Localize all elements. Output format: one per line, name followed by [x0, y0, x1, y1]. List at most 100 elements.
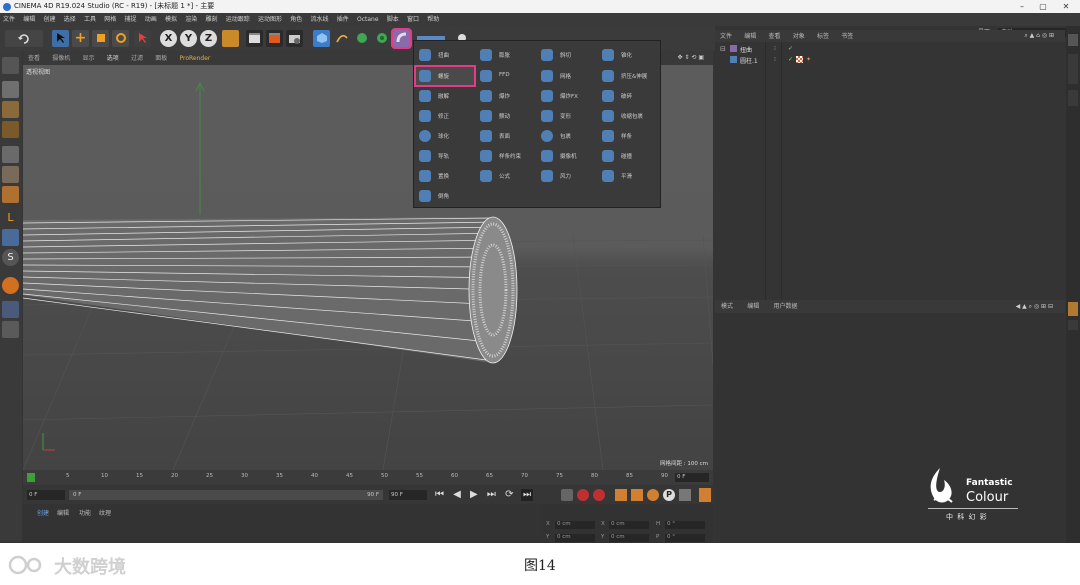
subdivision-surface-icon[interactable] — [353, 30, 370, 47]
deformer-twist[interactable]: 螺旋 — [414, 65, 476, 87]
deformer-ffd[interactable]: FFD — [477, 67, 535, 85]
expand-icon[interactable]: ⊟ — [720, 45, 726, 53]
menu-edit[interactable]: 编辑 — [20, 13, 38, 26]
menu-window[interactable]: 窗口 — [404, 13, 422, 26]
viewport-menu-panel[interactable]: 面板 — [150, 52, 172, 66]
viewport-menu-prorender[interactable]: ProRender — [175, 52, 216, 66]
menu-sculpt[interactable]: 雕刻 — [203, 13, 221, 26]
deformer-bend-icon[interactable] — [391, 28, 412, 49]
menu-help[interactable]: 帮助 — [424, 13, 442, 26]
menu-pipeline[interactable]: 流水线 — [308, 13, 332, 26]
rotation-key-icon[interactable] — [647, 489, 659, 501]
deformer-bend[interactable]: 扭曲 — [416, 46, 474, 64]
deformer-jiggle[interactable]: 颤动 — [477, 107, 535, 125]
timeline-window-icon[interactable] — [699, 488, 711, 502]
deformer-formula[interactable]: 公式 — [477, 167, 535, 185]
workplane-lock-icon[interactable] — [2, 277, 19, 294]
record-keys-icon[interactable] — [561, 489, 573, 501]
object-row-twist[interactable]: ⊟ 扭曲 ⁝ ✓ — [720, 45, 1020, 54]
parameter-key-icon[interactable]: P — [663, 489, 675, 501]
scale-key-icon[interactable] — [631, 489, 643, 501]
deformer-spline-wrap[interactable]: 样条约束 — [477, 147, 535, 165]
minimize-button[interactable]: – — [1014, 0, 1030, 13]
deformer-bevel[interactable]: 倒角 — [416, 187, 474, 205]
z-axis-lock-button[interactable]: Z — [200, 30, 217, 47]
size-y-field[interactable]: 0 cm — [609, 534, 649, 542]
viewport-menu-cameras[interactable]: 摄像机 — [47, 52, 75, 66]
menu-file[interactable]: 文件 — [0, 13, 18, 26]
point-level-key-icon[interactable] — [679, 489, 691, 501]
axis-mode-icon[interactable]: L — [2, 209, 19, 226]
deformer-camera[interactable]: 摄像机 — [538, 147, 596, 165]
deformer-melt[interactable]: 融解 — [416, 87, 474, 105]
render-settings-icon[interactable] — [286, 30, 303, 47]
cube-primitive-icon[interactable] — [313, 30, 330, 47]
am-menu-edit[interactable]: 编辑 — [741, 300, 765, 313]
deformer-explosion-fx[interactable]: 爆炸FX — [538, 87, 596, 105]
texture-tag-icon[interactable]: ✦ — [806, 56, 811, 63]
solo-mode-icon[interactable] — [2, 321, 19, 338]
tab-objects[interactable] — [1068, 34, 1078, 46]
menu-plugins[interactable]: 插件 — [334, 13, 352, 26]
frame-range-slider[interactable]: 0 F 90 F — [69, 490, 383, 500]
mm-menu-texture[interactable]: 纹理 — [99, 508, 111, 517]
size-x-field[interactable]: 0 cm — [609, 521, 649, 529]
menu-octane[interactable]: Octane — [354, 13, 382, 26]
autokey-icon[interactable] — [577, 489, 589, 501]
visibility-dots-icon[interactable]: ⁝ — [774, 56, 776, 63]
menu-animate[interactable]: 动画 — [142, 13, 160, 26]
timeline-end-field[interactable]: 0 F — [675, 473, 709, 482]
rot-h-field[interactable]: 0 ° — [665, 521, 705, 529]
end-frame-field[interactable]: 90 F — [389, 490, 427, 500]
menu-render[interactable]: 渲染 — [182, 13, 200, 26]
om-search-icon[interactable]: ⌕ ▲ ⌂ ◎ ⊞ — [1019, 30, 1059, 42]
pos-y-field[interactable]: 0 cm — [555, 534, 595, 542]
scale-tool-icon[interactable] — [92, 30, 109, 47]
tab-attributes[interactable] — [1068, 302, 1078, 316]
deformer-spline[interactable]: 样条 — [599, 127, 657, 145]
am-menu-mode[interactable]: 模式 — [715, 300, 739, 313]
close-button[interactable]: ✕ — [1058, 0, 1074, 13]
menu-motion-tracking[interactable]: 运动跟踪 — [223, 13, 253, 26]
keyframe-selection-icon[interactable] — [593, 489, 605, 501]
spline-pen-icon[interactable] — [333, 30, 350, 47]
pos-x-field[interactable]: 0 cm — [555, 521, 595, 529]
model-mode-icon[interactable] — [2, 81, 19, 98]
deformer-displacer[interactable]: 置换 — [416, 167, 474, 185]
object-row-cylinder[interactable]: 圆柱.1 ⁝ ✓ ✦ — [720, 56, 1020, 65]
deformer-surface[interactable]: 表面 — [477, 127, 535, 145]
workplane-mode-icon[interactable] — [2, 121, 19, 138]
rotate-tool-icon[interactable] — [112, 30, 129, 47]
edges-mode-icon[interactable] — [2, 166, 19, 183]
move-select-icon[interactable] — [52, 30, 69, 47]
menu-script[interactable]: 脚本 — [384, 13, 402, 26]
viewport-menu-view[interactable]: 查看 — [23, 52, 45, 66]
deformer-morph[interactable]: 变形 — [538, 107, 596, 125]
am-nav-icon[interactable]: ◀ ▲ ⌕ ◎ ⊞ ⊟ — [1010, 300, 1059, 313]
mm-menu-edit[interactable]: 编辑 — [57, 508, 69, 517]
recent-tool-icon[interactable] — [134, 30, 151, 47]
mm-menu-function[interactable]: 功能 — [79, 508, 91, 517]
y-axis-lock-button[interactable]: Y — [180, 30, 197, 47]
tweak-mode-icon[interactable] — [2, 229, 19, 246]
deformer-rail[interactable]: 导轨 — [416, 147, 474, 165]
deformer-shear[interactable]: 斜切 — [538, 46, 596, 64]
make-editable-icon[interactable] — [2, 57, 19, 74]
array-generator-icon[interactable] — [373, 30, 390, 47]
snap-icon[interactable]: S — [2, 249, 19, 266]
menu-create[interactable]: 创建 — [41, 13, 59, 26]
deformer-wind[interactable]: 风力 — [538, 167, 596, 185]
menu-mesh[interactable]: 网格 — [101, 13, 119, 26]
enable-check-icon[interactable]: ✓ — [788, 56, 793, 63]
rot-p-field[interactable]: 0 ° — [665, 534, 705, 542]
deformer-wrap[interactable]: 包裹 — [538, 127, 596, 145]
deformer-mesh[interactable]: 网格 — [538, 67, 596, 85]
undo-button[interactable] — [5, 30, 43, 47]
texture-mode-icon[interactable] — [2, 101, 19, 118]
visibility-dots-icon[interactable]: ⁝ — [774, 45, 776, 52]
deformer-squash-stretch[interactable]: 挤压&伸展 — [599, 67, 657, 85]
deformer-shatter[interactable]: 破碎 — [599, 87, 657, 105]
enable-check-icon[interactable]: ✓ — [788, 45, 793, 52]
render-picture-viewer-icon[interactable] — [266, 30, 283, 47]
tab-structure[interactable] — [1068, 90, 1078, 106]
